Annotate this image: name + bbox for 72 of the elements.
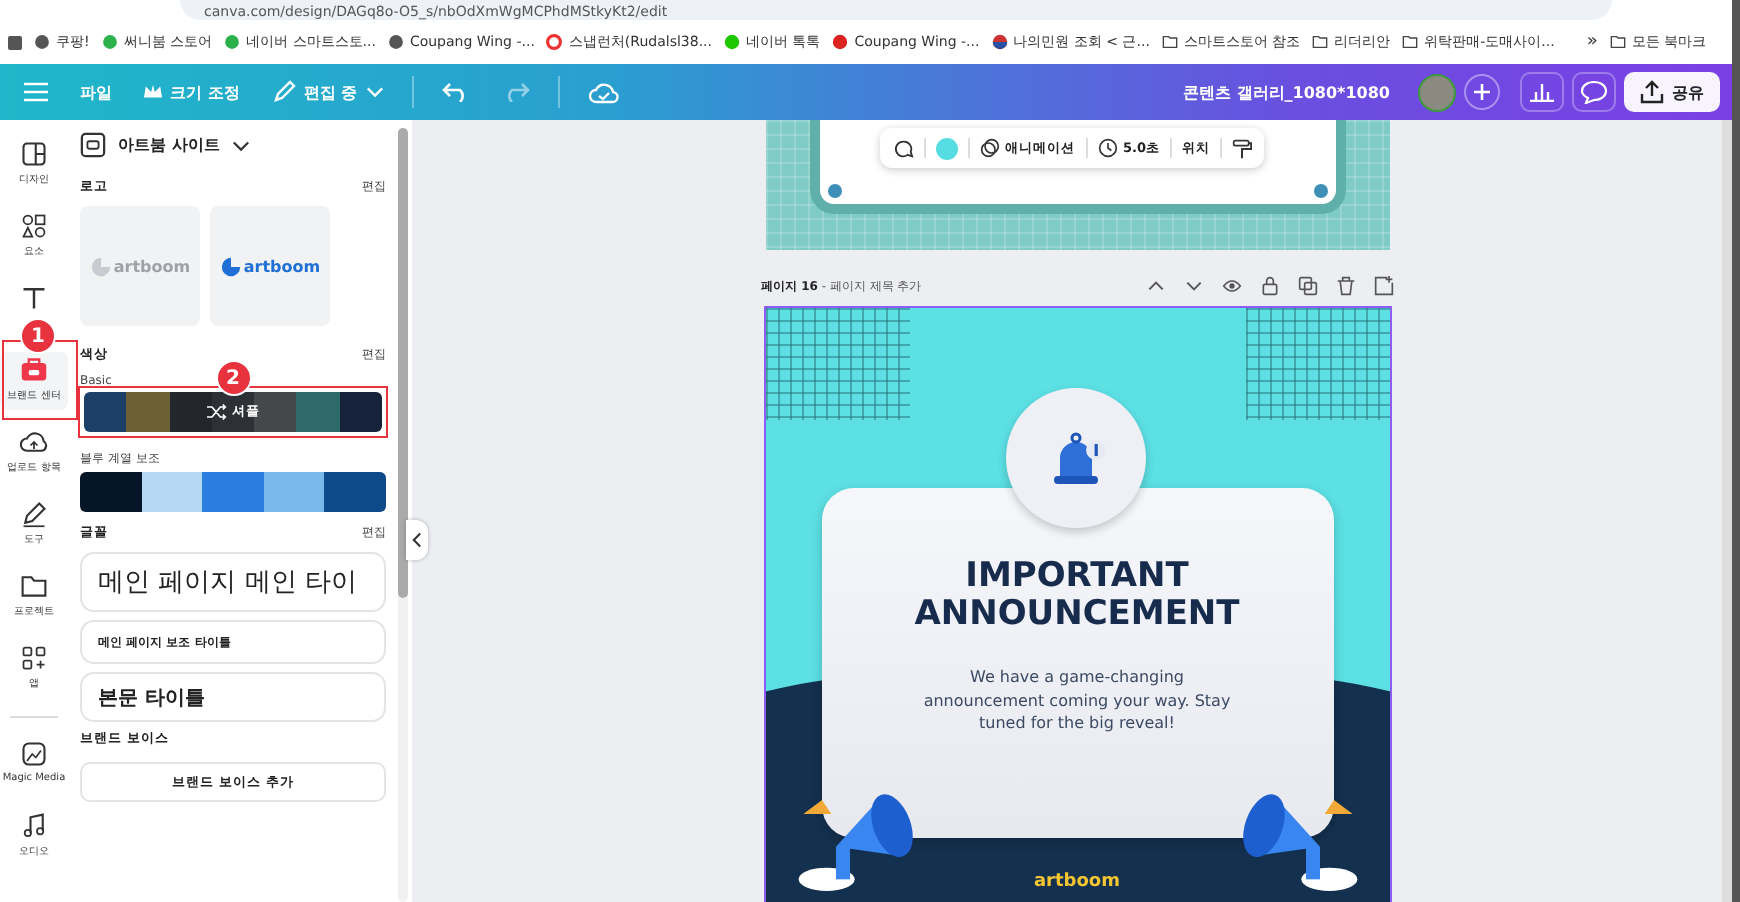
add-page-icon[interactable] xyxy=(1373,276,1393,296)
color-swatch[interactable] xyxy=(263,472,325,512)
logo-wordmark: artboom xyxy=(113,257,191,275)
caret-icon xyxy=(365,86,384,98)
grid-pattern xyxy=(1245,308,1389,420)
logo-mark-icon xyxy=(219,255,242,277)
bell-drawing xyxy=(1005,388,1145,528)
logo-tile[interactable]: artboom xyxy=(210,206,330,326)
more-bookmarks-button[interactable]: » xyxy=(1586,32,1598,52)
color-swatch[interactable] xyxy=(80,472,142,512)
text-icon xyxy=(20,284,48,312)
grid-pattern xyxy=(765,308,909,420)
color-picker[interactable] xyxy=(935,137,957,159)
brand-kit-icon xyxy=(80,132,106,158)
comment-add-icon[interactable] xyxy=(891,137,913,159)
annotation-number-badge: 2 xyxy=(215,360,251,396)
trash-icon[interactable] xyxy=(1335,276,1355,296)
document-title[interactable]: 콘텐츠 갤러리_1080*1080 xyxy=(1183,81,1390,103)
apps-grid-icon xyxy=(20,644,48,672)
color-swatch[interactable] xyxy=(169,392,212,432)
caret-icon xyxy=(231,139,250,151)
add-icon[interactable] xyxy=(1464,74,1500,110)
color-swatch[interactable] xyxy=(296,392,340,432)
folder-icon xyxy=(1609,34,1626,50)
color-swatch[interactable] xyxy=(339,392,382,432)
share-button[interactable]: 공유 xyxy=(1624,72,1720,112)
brand-name: artboom xyxy=(1031,872,1122,892)
scrollbar[interactable] xyxy=(398,128,408,902)
chevron-down-icon[interactable] xyxy=(1183,276,1203,296)
collapse-panel-icon[interactable] xyxy=(406,520,428,560)
eye-icon[interactable] xyxy=(1221,276,1241,296)
color-swatch[interactable] xyxy=(202,472,264,512)
folder-icon xyxy=(1312,34,1329,50)
folder-icon xyxy=(20,572,48,600)
image-sparkle-icon xyxy=(20,740,48,768)
logo-wordmark: artboom xyxy=(243,257,321,275)
duplicate-icon[interactable] xyxy=(1297,276,1317,296)
font-style-button[interactable]: 메인 페이지 메인 타이 xyxy=(80,552,386,612)
upload-icon xyxy=(1640,80,1664,104)
pen-icon xyxy=(20,500,48,528)
logo-mark-icon xyxy=(89,255,112,277)
clock-icon xyxy=(1097,138,1117,158)
chevron-up-icon[interactable] xyxy=(1145,276,1165,296)
apps-grid-icon[interactable] xyxy=(8,35,22,49)
scrollbar[interactable] xyxy=(1722,120,1732,902)
color-swatch[interactable] xyxy=(126,392,170,432)
color-swatch[interactable] xyxy=(141,472,203,512)
brand-kit-dropdown[interactable]: 아트붐 사이트 xyxy=(80,132,250,158)
comment-icon[interactable] xyxy=(1572,72,1616,112)
music-note-icon xyxy=(20,812,48,840)
bar-chart-icon[interactable] xyxy=(1520,72,1564,112)
color-palette[interactable] xyxy=(80,472,386,512)
body-text: We have a game-changing announcement coming your way. Stay tuned for the big reveal! xyxy=(921,666,1233,735)
shapes-icon xyxy=(20,212,48,240)
animation-icon xyxy=(979,138,999,158)
flag-icon xyxy=(991,34,1008,50)
folder-icon xyxy=(1161,34,1178,50)
cloud-upload-icon xyxy=(20,428,48,456)
color-swatch[interactable] xyxy=(324,472,386,512)
announcement-design[interactable]: IMPORTANT ANNOUNCEMENT We have a game-changing announcement coming your way. Stay tuned for the big reveal! artboom xyxy=(763,306,1391,902)
layout-icon xyxy=(20,140,48,168)
headline-text: IMPORTANT ANNOUNCEMENT xyxy=(912,558,1242,634)
crown-icon xyxy=(144,84,162,100)
pencil-icon xyxy=(271,80,296,104)
shuffle-icon xyxy=(206,403,226,421)
font-style-button[interactable]: 본문 타이틀 xyxy=(80,672,386,722)
paint-roller-icon[interactable] xyxy=(1232,137,1253,159)
folder-icon xyxy=(1402,34,1419,50)
briefcase-icon xyxy=(20,356,48,384)
logo-icon xyxy=(546,34,563,50)
color-swatch[interactable] xyxy=(84,392,127,432)
lock-icon[interactable] xyxy=(1259,276,1279,296)
